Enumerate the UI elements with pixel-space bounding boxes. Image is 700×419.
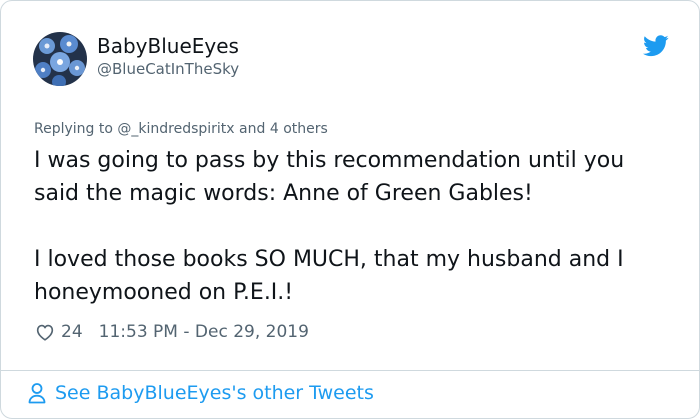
- avatar-image: [33, 32, 87, 86]
- reply-context: Replying to @_kindredspiritx and 4 other…: [34, 121, 328, 137]
- tweet-meta: 24 11:53 PM - Dec 29, 2019: [34, 319, 309, 345]
- like-count[interactable]: 24: [61, 322, 83, 342]
- user-handle[interactable]: @BlueCatInTheSky: [97, 60, 239, 78]
- see-other-tweets-label: See BabyBlueEyes's other Tweets: [55, 382, 374, 404]
- tweet-text: I was going to pass by this recommendati…: [34, 144, 674, 309]
- person-icon: [28, 383, 46, 404]
- see-other-tweets-link[interactable]: See BabyBlueEyes's other Tweets: [27, 382, 374, 404]
- tweet-card: BabyBlueEyes @BlueCatInTheSky Replying t…: [0, 0, 700, 419]
- timestamp-link[interactable]: 11:53 PM - Dec 29, 2019: [99, 322, 309, 342]
- reply-mention-link[interactable]: @_kindredspiritx: [117, 121, 234, 137]
- reply-others-link[interactable]: and 4 others: [239, 121, 328, 137]
- tweet-paragraph-2: I loved those books SO MUCH, that my hus…: [34, 247, 624, 305]
- display-name[interactable]: BabyBlueEyes: [97, 34, 239, 58]
- twitter-bird-icon[interactable]: [643, 35, 669, 57]
- heart-icon[interactable]: [34, 321, 56, 343]
- avatar[interactable]: [33, 32, 87, 86]
- tweet-paragraph-1: I was going to pass by this recommendati…: [34, 148, 625, 206]
- divider: [1, 370, 699, 371]
- reply-prefix: Replying to: [34, 121, 113, 137]
